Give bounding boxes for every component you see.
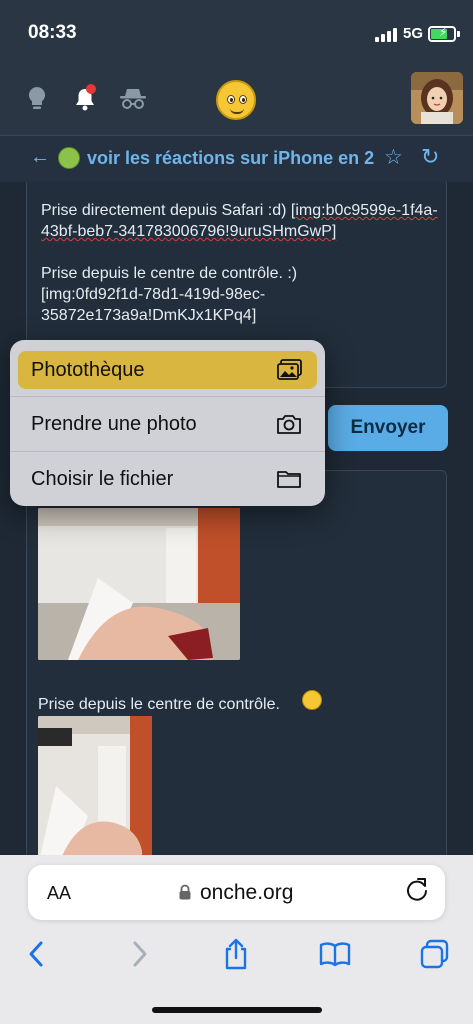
text-size-button[interactable]: AA: [47, 883, 71, 904]
image-token-2: [img:0fd92f1d-78d1-419d-98ec-35872e173a9…: [41, 286, 266, 324]
smiley-logo-icon[interactable]: [216, 80, 256, 120]
post-image-1[interactable]: [38, 508, 240, 660]
signal-icon: [375, 28, 397, 42]
forward-icon[interactable]: [122, 937, 156, 971]
bookmarks-icon[interactable]: [318, 937, 352, 971]
network-type: 5G: [403, 25, 424, 42]
editor-line-1: Prise directement depuis Safari :d): [41, 202, 291, 219]
favorite-star-icon[interactable]: ☆: [384, 145, 403, 170]
battery-icon: ⚡: [428, 25, 456, 42]
menu-item-label: Prendre une photo: [31, 412, 197, 435]
reload-icon[interactable]: [404, 877, 430, 903]
menu-item-label: Choisir le fichier: [31, 467, 174, 490]
menu-item-photo-library[interactable]: Photothèque: [18, 351, 317, 389]
status-time: 08:33: [28, 22, 77, 43]
back-arrow-icon[interactable]: ←: [30, 146, 50, 169]
camera-icon: [275, 412, 303, 436]
post-image-2[interactable]: [38, 716, 152, 866]
post-caption: Prise depuis le centre de contrôle.: [38, 696, 280, 713]
menu-item-choose-file[interactable]: Choisir le fichier: [10, 451, 325, 506]
back-icon[interactable]: [20, 937, 54, 971]
menu-item-take-photo[interactable]: Prendre une photo: [10, 396, 325, 451]
url-text[interactable]: onche.org: [200, 881, 293, 905]
avatar[interactable]: [411, 72, 463, 124]
editor-text[interactable]: Prise directement depuis Safari :d) [img…: [41, 200, 441, 326]
notification-dot: [86, 84, 96, 94]
folder-icon: [275, 467, 303, 491]
sick-face-icon: [58, 147, 80, 169]
home-indicator: [152, 1007, 322, 1013]
lightbulb-icon[interactable]: [22, 84, 52, 114]
app-header: [0, 64, 473, 136]
status-bar: 08:33 5G ⚡: [0, 0, 473, 64]
share-icon[interactable]: [219, 937, 253, 971]
battery-tip: [457, 31, 460, 37]
refresh-icon[interactable]: ↻: [421, 144, 439, 170]
editor-line-2: Prise depuis le centre de contrôle. :): [41, 265, 298, 282]
photo-library-icon: [276, 358, 304, 382]
menu-item-label: Photothèque: [31, 358, 145, 381]
lock-icon: [178, 884, 192, 900]
topic-title[interactable]: voir les réactions sur iPhone en 2: [87, 148, 377, 169]
topic-title-bar: ← voir les réactions sur iPhone en 2 ☆ ↻: [0, 136, 473, 182]
send-button[interactable]: Envoyer: [328, 405, 448, 451]
upload-menu: Photothèque Prendre une photo Choisir le…: [10, 340, 325, 506]
incognito-icon[interactable]: [118, 84, 148, 114]
tabs-icon[interactable]: [418, 937, 452, 971]
smiley-emoji-icon: [302, 690, 322, 710]
